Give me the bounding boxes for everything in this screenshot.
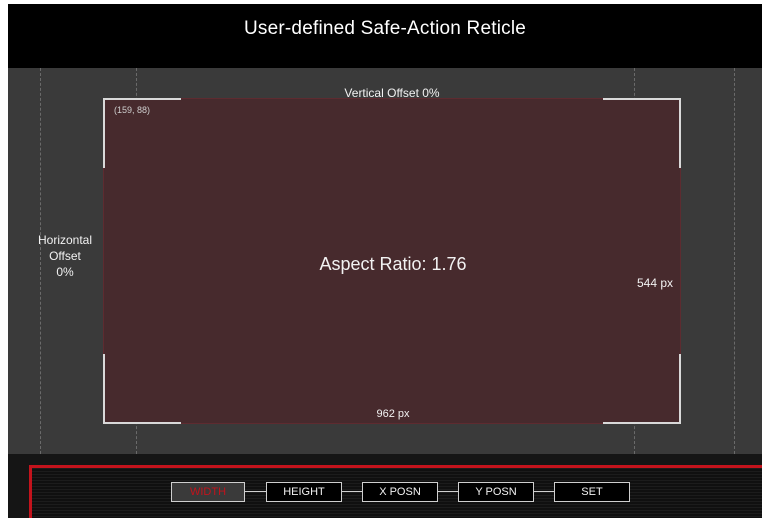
width-button[interactable]: WIDTH — [171, 482, 245, 502]
horizontal-offset-line: Horizontal — [37, 233, 93, 247]
corner-coordinates: (159, 88) — [114, 105, 151, 115]
horizontal-offset-line: Offset — [49, 249, 81, 263]
safe-action-reticle[interactable]: (159, 88) Aspect Ratio: 1.76 962 px — [103, 98, 681, 424]
reticle-canvas: Vertical Offset 0% Horizontal Offset 0% … — [8, 68, 762, 454]
height-button[interactable]: HEIGHT — [266, 482, 342, 502]
title-bar: User-defined Safe-Action Reticle — [8, 4, 762, 68]
horizontal-offset-value: 0% — [56, 265, 74, 279]
x-posn-button[interactable]: X POSN — [362, 482, 438, 502]
height-label: 544 px — [636, 276, 674, 290]
aspect-ratio-label: Aspect Ratio: 1.76 — [319, 254, 467, 274]
set-button[interactable]: SET — [554, 482, 630, 502]
reticle-corner-top-right — [603, 98, 681, 168]
y-posn-button[interactable]: Y POSN — [458, 482, 534, 502]
guide-line — [734, 68, 735, 454]
width-label: 962 px — [376, 408, 410, 420]
page-title: User-defined Safe-Action Reticle — [243, 18, 527, 39]
monitor-screen: User-defined Safe-Action Reticle Vertica… — [8, 4, 762, 518]
horizontal-offset-label: Horizontal Offset 0% — [34, 232, 96, 280]
